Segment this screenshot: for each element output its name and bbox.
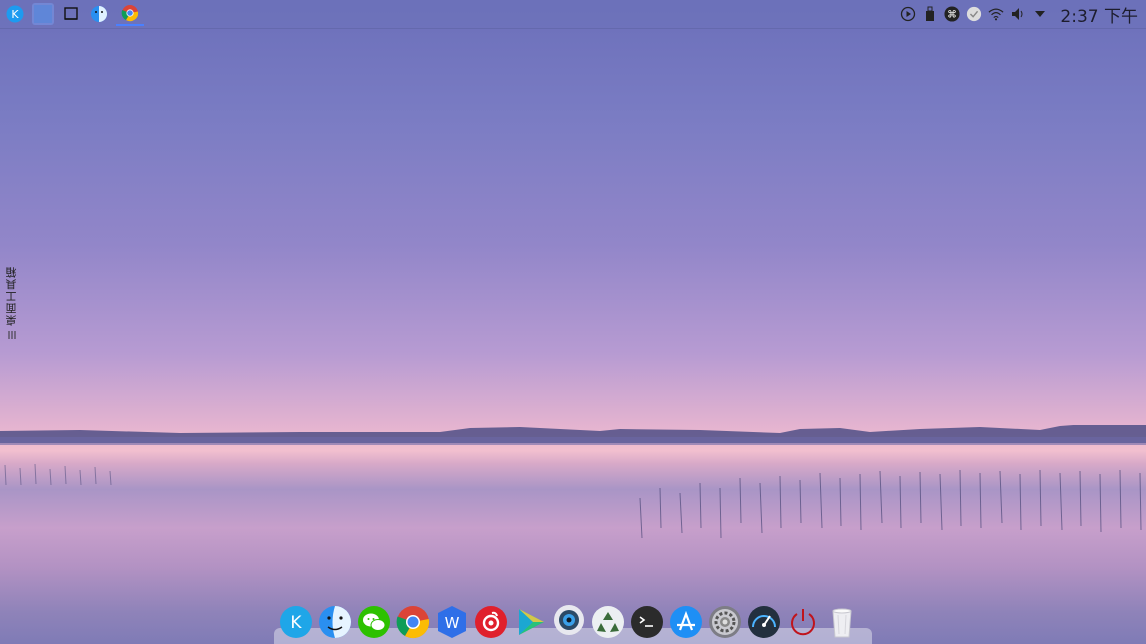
wechat-icon (358, 606, 390, 638)
panel-clock[interactable]: 2:37 下午 (1060, 2, 1138, 27)
recycle-icon (592, 606, 624, 638)
dock-item-trash[interactable] (823, 603, 861, 641)
dropdown-arrow-icon[interactable] (1032, 6, 1048, 22)
gear-icon (709, 606, 741, 638)
desktop-toolbox-label: 桌面工具箱 (5, 266, 18, 326)
svg-text:W: W (445, 614, 460, 632)
svg-text:⌘: ⌘ (948, 10, 958, 21)
svg-text:K: K (11, 8, 19, 21)
finder-icon (319, 606, 351, 638)
system-tray: ⌘ 2:37 下午 (900, 0, 1146, 28)
menu-lines-icon (8, 331, 16, 339)
dock-item-finder[interactable] (316, 603, 354, 641)
wallpaper-reeds (639, 469, 1142, 539)
usb-drive-icon[interactable] (922, 6, 938, 22)
application-launcher-button[interactable]: K (4, 3, 26, 25)
wallpaper-horizon (0, 425, 1146, 445)
media-play-icon[interactable] (900, 6, 916, 22)
chrome-task-button[interactable] (116, 2, 144, 26)
power-icon (791, 609, 815, 636)
dock-item-recycle[interactable] (589, 603, 627, 641)
dock-item-terminal[interactable] (628, 603, 666, 641)
dock-item-media-player[interactable] (511, 603, 549, 641)
wps-icon: W (438, 606, 466, 638)
dock-item-power[interactable] (784, 603, 822, 641)
check-icon[interactable] (966, 6, 982, 22)
svg-text:K: K (290, 613, 302, 633)
finder-icon (91, 6, 107, 22)
dock-item-chrome[interactable] (394, 603, 432, 641)
finder-task-button[interactable] (88, 3, 110, 25)
volume-icon[interactable] (1010, 6, 1026, 22)
desktop-toolbox[interactable]: 桌面工具箱 (2, 266, 22, 346)
wallpaper-left-reeds (4, 463, 112, 486)
show-desktop-button[interactable] (60, 3, 82, 25)
app-store-icon (670, 606, 702, 638)
terminal-icon (631, 606, 663, 638)
camera-icon (554, 605, 584, 635)
kde-icon: K (6, 5, 24, 23)
chrome-icon (396, 606, 430, 639)
netease-music-icon (475, 606, 507, 638)
dock-item-speedometer[interactable] (745, 603, 783, 641)
window-icon (64, 7, 78, 20)
command-icon[interactable]: ⌘ (944, 6, 960, 22)
dock-item-kde[interactable]: K (277, 603, 315, 641)
dock-item-wps[interactable]: W (433, 603, 471, 641)
dock-item-system-settings[interactable] (706, 603, 744, 641)
dock: K W (277, 600, 877, 644)
chrome-icon (121, 5, 139, 22)
media-player-icon (519, 609, 544, 635)
dock-item-netease-music[interactable] (472, 603, 510, 641)
kde-icon: K (280, 606, 312, 638)
panel-left-group: K (0, 0, 144, 28)
workspace-icon (34, 5, 52, 23)
dock-item-camera[interactable] (550, 603, 588, 641)
wifi-icon[interactable] (988, 6, 1004, 22)
dock-item-wechat[interactable] (355, 603, 393, 641)
trash-icon (832, 608, 852, 638)
workspace-switcher-button[interactable] (32, 3, 54, 25)
dock-item-app-store[interactable] (667, 603, 705, 641)
top-panel: K ⌘ 2:37 下午 (0, 0, 1146, 29)
speedometer-icon (748, 606, 780, 638)
